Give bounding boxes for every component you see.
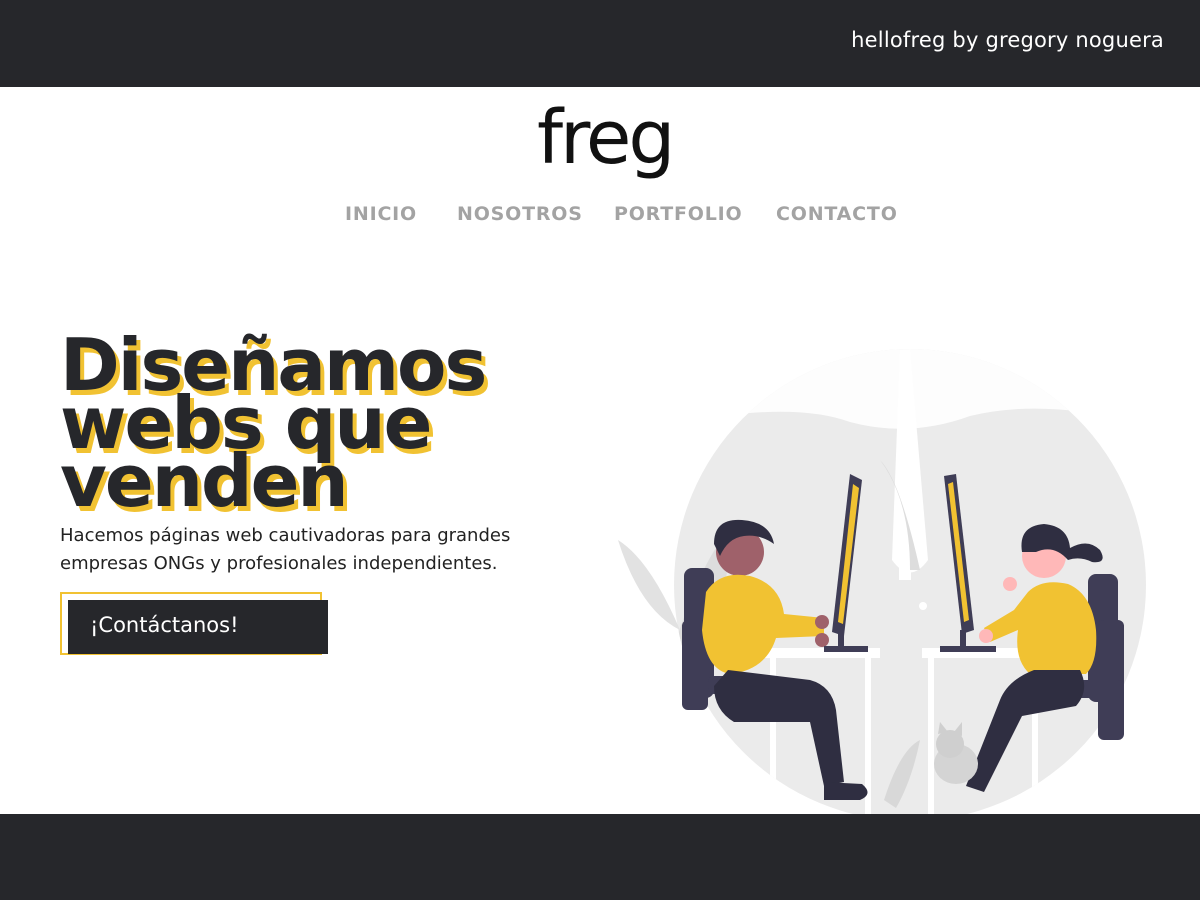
hero-headline: Diseñamos Diseñamos webs que webs que ve…	[60, 329, 620, 523]
hero-subtitle: Hacemos páginas web cautivadoras para gr…	[60, 525, 511, 574]
main-nav: INICIO NOSOTROS PORTFOLIO CONTACTO	[0, 203, 1200, 233]
author-credit: hellofreg by gregory noguera	[851, 28, 1164, 52]
nav-item-portfolio[interactable]: PORTFOLIO	[614, 203, 742, 225]
top-bar: hellofreg by gregory noguera	[0, 0, 1200, 87]
logo[interactable]: freg	[537, 90, 675, 186]
contact-button[interactable]: ¡Contáctanos!	[68, 600, 328, 654]
headline-text: venden	[60, 439, 349, 523]
nav-item-contacto[interactable]: CONTACTO	[776, 203, 898, 225]
headline-line: venden venden	[60, 439, 620, 523]
cta-wrapper: ¡Contáctanos!	[60, 592, 328, 662]
two-people-working-at-computers-illustration	[618, 349, 1146, 814]
nav-item-nosotros[interactable]: NOSOTROS	[457, 203, 583, 225]
footer	[0, 814, 1200, 900]
nav-item-inicio[interactable]: INICIO	[345, 203, 417, 225]
